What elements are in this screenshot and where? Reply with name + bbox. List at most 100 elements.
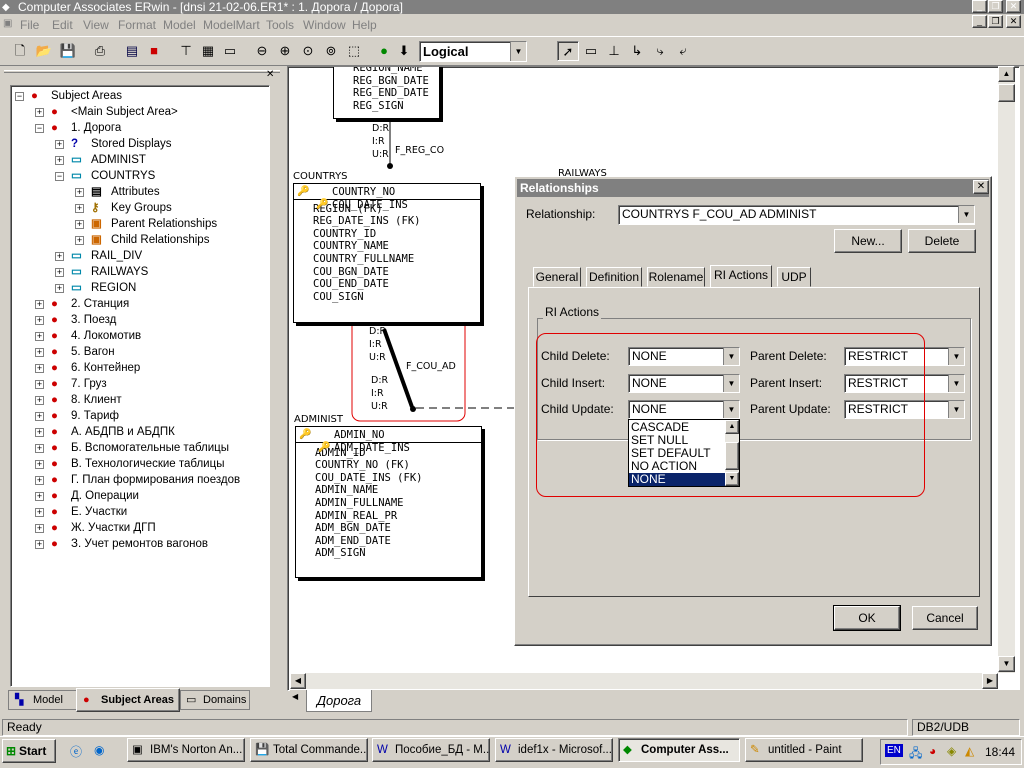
expand-icon[interactable]: + [35,540,44,549]
horizontal-scrollbar[interactable]: ◀ ▶ [290,673,998,689]
many-many-rel-icon[interactable]: ⤷ [650,41,670,61]
expand-icon[interactable]: + [35,476,44,485]
tree-item-label[interactable]: 4. Локомотив [71,328,141,344]
tree-item-label[interactable]: 3. Поезд [71,312,116,328]
tray-app-icon[interactable]: ◭ [965,744,974,758]
menu-format[interactable]: Format [118,18,156,32]
relationship-select[interactable]: COUNTRYS F_COU_AD ADMINIST ▼ [618,205,975,225]
subject-area-icon[interactable]: ● [374,41,394,61]
entity-countrys[interactable]: 🔑 COUNTRY_NO 🔑 COU_DATE_INS REGION (FK) RE… [293,183,481,323]
panel-close-icon[interactable]: ✕ [266,69,274,80]
chevron-down-icon[interactable]: ▼ [948,401,964,418]
expand-icon[interactable]: + [35,460,44,469]
expand-icon[interactable]: + [55,268,64,277]
non-identifying-rel-icon[interactable]: ⤶ [673,41,693,61]
task-total-commander[interactable]: 💾 Total Commande... [250,738,368,762]
entity-tool-icon[interactable]: ▭ [581,41,601,61]
tree-item-label[interactable]: Child Relationships [111,232,209,248]
collapse-icon[interactable]: − [35,124,44,133]
tree-item-label[interactable]: Key Groups [111,200,172,216]
expand-icon[interactable]: + [35,364,44,373]
chevron-down-icon[interactable]: ▼ [958,206,974,223]
comment-icon[interactable]: ▭ [220,41,240,61]
collapse-icon[interactable]: − [55,172,64,181]
view-mode-select[interactable]: Logical ▼ [419,41,527,62]
clock[interactable]: 18:44 [985,745,1015,759]
expand-icon[interactable]: + [75,188,84,197]
scroll-left-icon[interactable]: ◀ [290,673,306,689]
tab-general[interactable]: General [533,267,581,287]
expand-icon[interactable]: + [55,140,64,149]
pointer-tool-icon[interactable]: ➚ [557,41,579,61]
menu-help[interactable]: Help [352,18,377,32]
tree-item-label[interactable]: Ж. Участки ДГП [71,520,156,536]
close-button[interactable]: ✕ [1006,0,1021,13]
zoom-icon[interactable]: ⊙ [298,41,318,61]
chevron-down-icon[interactable]: ▼ [948,375,964,392]
tab-definition[interactable]: Definition [586,267,642,287]
expand-icon[interactable]: + [55,284,64,293]
expand-icon[interactable]: + [55,156,64,165]
tree-item-label[interactable]: RAIL_DIV [91,248,142,264]
expand-icon[interactable]: + [55,252,64,261]
start-button[interactable]: ⊞ Start [2,739,56,763]
expand-icon[interactable]: + [35,348,44,357]
zoom-fit-icon[interactable]: ⊚ [321,41,341,61]
minimize-button[interactable]: _ [972,0,987,13]
new-icon[interactable]: 🗋 [10,41,30,61]
tree-item-label[interactable]: 1. Дорога [71,120,121,136]
scroll-down-icon[interactable]: ▼ [998,656,1015,672]
tree-item-label[interactable]: Д. Операции [71,488,139,504]
menu-tools[interactable]: Tools [266,18,294,32]
category-tool-icon[interactable]: ⊥ [604,41,624,61]
tree-item-label[interactable]: Е. Участки [71,504,127,520]
tree-item-label[interactable]: З. Учет ремонтов вагонов [71,536,208,552]
chevron-down-icon[interactable]: ▼ [948,348,964,365]
tree-item-label[interactable]: 5. Вагон [71,344,115,360]
scroll-right-icon[interactable]: ▶ [982,673,998,689]
collapse-icon[interactable]: − [15,92,24,101]
zoom-select-icon[interactable]: ⬚ [344,41,364,61]
tree-item-label[interactable]: А. АБДПВ и АБДПК [71,424,175,440]
maximize-button[interactable]: ❐ [988,0,1003,13]
menu-modelmart[interactable]: ModelMart [203,18,260,32]
task-norton[interactable]: ▣ IBM's Norton An... [127,738,245,762]
tree-item-label[interactable]: Г. План формирования поездов [71,472,240,488]
expand-icon[interactable]: + [35,316,44,325]
task-paint[interactable]: ✎ untitled - Paint [745,738,863,762]
doc-restore-button[interactable]: ❐ [988,15,1003,28]
delete-relationship-button[interactable]: Delete [908,229,976,253]
tray-network-icon[interactable]: 🖧 [909,744,922,765]
expand-icon[interactable]: + [35,380,44,389]
task-word-posobie[interactable]: W Пособие_БД - M... [372,738,490,762]
arrow-down-icon[interactable]: ⬇ [394,41,414,61]
expand-icon[interactable]: + [35,108,44,117]
open-icon[interactable]: 📂 [34,41,54,61]
menu-edit[interactable]: Edit [52,18,73,32]
doc-close-button[interactable]: ✕ [1006,15,1021,28]
print-icon[interactable]: ⎙ [90,41,110,61]
menu-window[interactable]: Window [303,18,346,32]
windows-icon[interactable]: ▤ [122,41,142,61]
tree-item-label[interactable]: 2. Станция [71,296,129,312]
tray-antivirus-icon[interactable]: ◕ [929,744,936,758]
tab-udp[interactable]: UDP [777,267,811,287]
save-icon[interactable]: 💾 [58,41,78,61]
expand-icon[interactable]: + [75,204,84,213]
tree-item-label[interactable]: 8. Клиент [71,392,122,408]
entity-administ[interactable]: 🔑 ADMIN_NO 🔑 ADM_DATE_INS ADMIN_ID COUNTRY… [295,426,482,578]
palette-icon[interactable]: ■ [144,41,164,61]
language-indicator[interactable]: EN [885,744,903,757]
tree-item-label[interactable]: Subject Areas [51,88,122,104]
tray-media-icon[interactable]: ◈ [947,744,956,758]
cancel-button[interactable]: Cancel [912,606,978,630]
tree-item-label[interactable]: 9. Тариф [71,408,119,424]
tree-item-label[interactable]: Б. Вспомогательные таблицы [71,440,229,456]
tab-scroll-left-icon[interactable]: ◀ [292,692,298,701]
pin-icon[interactable]: ⊤ [176,41,196,61]
tab-subject-areas[interactable]: ● Subject Areas [76,688,180,712]
expand-icon[interactable]: + [35,428,44,437]
zoom-out-icon[interactable]: ⊖ [252,41,272,61]
tree-item-label[interactable]: ADMINIST [91,152,146,168]
tab-model[interactable]: ▚ Model [8,690,78,710]
